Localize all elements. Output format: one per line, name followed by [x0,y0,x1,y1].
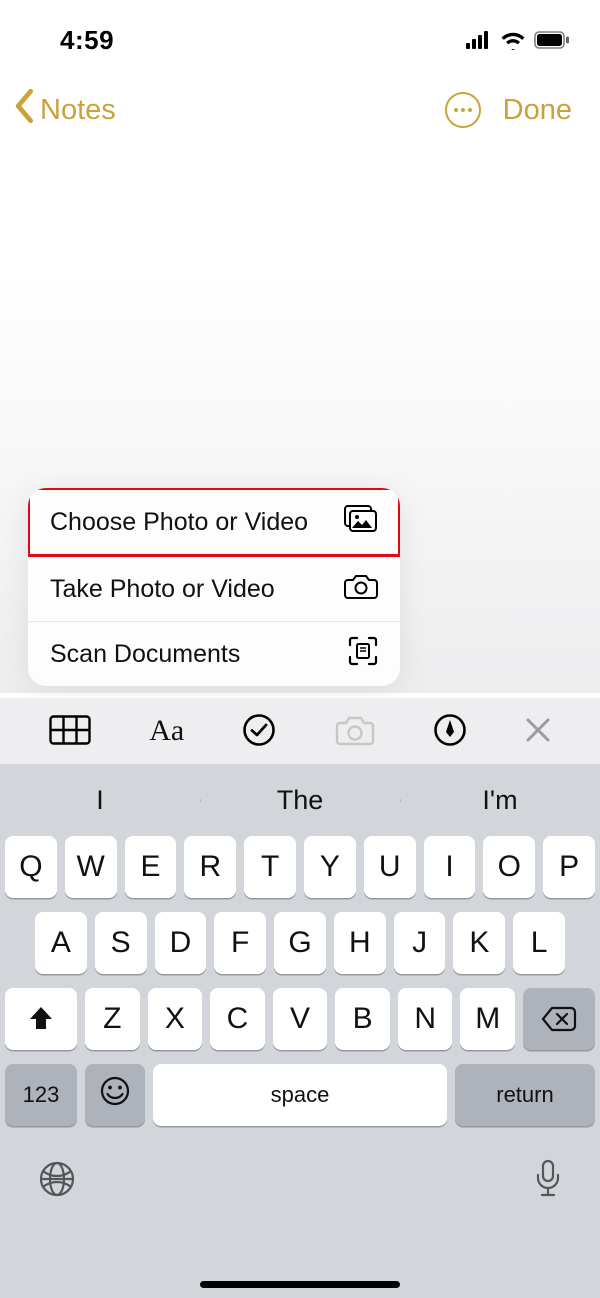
key-v[interactable]: V [273,988,328,1050]
suggestion-row: I The I'm [0,764,600,836]
key-z[interactable]: Z [85,988,140,1050]
key-d[interactable]: D [155,912,207,974]
text-format-icon: Aa [149,714,184,748]
shift-icon [27,1005,55,1033]
globe-key[interactable] [38,1160,76,1203]
close-toolbar-button[interactable] [515,707,561,756]
status-icons [466,30,570,50]
suggestion-1[interactable]: The [200,785,400,816]
key-n[interactable]: N [398,988,453,1050]
back-button[interactable]: Notes [14,89,116,131]
checklist-button[interactable] [232,703,286,760]
key-r[interactable]: R [184,836,236,898]
key-a[interactable]: A [35,912,87,974]
menu-item-label: Take Photo or Video [50,575,275,604]
key-k[interactable]: K [453,912,505,974]
key-g[interactable]: G [274,912,326,974]
key-w[interactable]: W [65,836,117,898]
status-bar: 4:59 [0,0,600,65]
home-indicator[interactable] [200,1281,400,1288]
insert-menu: Choose Photo or Video Take Photo or Vide… [28,488,400,686]
key-x[interactable]: X [148,988,203,1050]
camera-icon [335,714,375,749]
menu-item-label: Scan Documents [50,640,240,669]
key-t[interactable]: T [244,836,296,898]
suggestion-0[interactable]: I [0,785,200,816]
shift-key[interactable] [5,988,77,1050]
table-icon [49,715,91,748]
markup-button[interactable] [423,703,477,760]
chevron-left-icon [14,89,40,131]
dot-icon [454,108,458,112]
key-e[interactable]: E [125,836,177,898]
key-row-3: Z X C V B N M [5,988,595,1050]
emoji-key[interactable] [85,1064,145,1126]
key-p[interactable]: P [543,836,595,898]
key-u[interactable]: U [364,836,416,898]
key-c[interactable]: C [210,988,265,1050]
nav-bar: Notes Done [0,65,600,133]
format-toolbar: Aa [0,698,600,764]
dot-icon [468,108,472,112]
numeric-key[interactable]: 123 [5,1064,77,1126]
backspace-key[interactable] [523,988,595,1050]
key-o[interactable]: O [483,836,535,898]
choose-photo-video-item[interactable]: Choose Photo or Video [28,488,400,556]
more-button[interactable] [445,92,481,128]
battery-icon [534,31,570,49]
key-s[interactable]: S [95,912,147,974]
keyboard: I The I'm Q W E R T Y U I O P A S D F G … [0,764,600,1298]
key-row-1: Q W E R T Y U I O P [5,836,595,898]
checkmark-circle-icon [242,713,276,750]
text-format-button[interactable]: Aa [139,704,194,758]
space-key[interactable]: space [153,1064,447,1126]
camera-icon [344,573,378,606]
pen-circle-icon [433,713,467,750]
backspace-icon [541,1006,577,1032]
key-h[interactable]: H [334,912,386,974]
done-button[interactable]: Done [503,94,572,127]
suggestion-2[interactable]: I'm [400,785,600,816]
cellular-icon [466,31,492,49]
key-q[interactable]: Q [5,836,57,898]
back-label: Notes [40,94,116,127]
camera-button[interactable] [325,704,385,759]
status-time: 4:59 [60,25,114,56]
photo-library-icon [344,505,378,540]
close-icon [525,717,551,746]
key-f[interactable]: F [214,912,266,974]
key-m[interactable]: M [460,988,515,1050]
wifi-icon [500,30,526,50]
key-i[interactable]: I [424,836,476,898]
menu-item-label: Choose Photo or Video [50,508,308,537]
return-key[interactable]: return [455,1064,595,1126]
take-photo-video-item[interactable]: Take Photo or Video [28,556,400,621]
key-j[interactable]: J [394,912,446,974]
key-l[interactable]: L [513,912,565,974]
scan-documents-item[interactable]: Scan Documents [28,621,400,686]
emoji-icon [99,1075,131,1115]
key-row-2: A S D F G H J K L [5,912,595,974]
keyboard-footer [0,1136,600,1216]
key-row-bottom: 123 space return [0,1064,600,1136]
scan-icon [348,636,378,673]
dictation-key[interactable] [534,1159,562,1204]
key-y[interactable]: Y [304,836,356,898]
table-button[interactable] [39,705,101,758]
key-b[interactable]: B [335,988,390,1050]
dot-icon [461,108,465,112]
